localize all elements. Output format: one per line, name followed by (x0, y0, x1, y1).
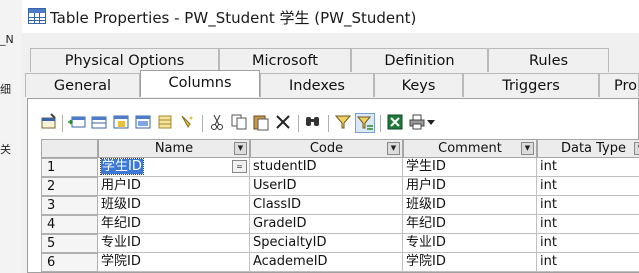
cell-comment[interactable]: 专业ID (403, 234, 537, 253)
wizard-icon[interactable] (177, 113, 197, 133)
grid-corner-header (41, 139, 98, 158)
print-icon[interactable] (407, 113, 427, 133)
dropdown-arrow-icon[interactable] (425, 113, 437, 133)
tab-indexes[interactable]: Indexes (260, 73, 374, 97)
column-header-label: Name (154, 141, 194, 156)
column-header-data-type[interactable]: Data Type ▼ (537, 139, 639, 158)
row-number[interactable]: 4 (41, 215, 98, 234)
cell-code[interactable]: ClassID (250, 196, 403, 215)
cell-name[interactable]: 班级ID (98, 196, 250, 215)
columns-toolbar (39, 113, 629, 135)
row-number[interactable]: 2 (41, 177, 98, 196)
cell-data-type[interactable]: int (537, 234, 639, 253)
chevron-down-icon[interactable]: ▼ (387, 142, 400, 155)
cell-code[interactable]: GradeID (250, 215, 403, 234)
ellipsis-button[interactable]: = (232, 160, 247, 173)
cell-name[interactable]: 用户ID (98, 177, 250, 196)
cut-icon[interactable] (207, 113, 227, 133)
cell-code[interactable]: UserID (250, 177, 403, 196)
add-rows-icon[interactable] (111, 113, 131, 133)
reuse-columns-icon[interactable] (133, 113, 153, 133)
filter-icon[interactable] (333, 113, 353, 133)
tab-columns[interactable]: Columns (140, 70, 260, 97)
tab-procedures[interactable]: Pro (599, 73, 639, 97)
copy-icon[interactable] (229, 113, 249, 133)
cell-comment[interactable]: 学院ID (403, 253, 537, 272)
column-header-comment[interactable]: Comment ▼ (403, 139, 537, 158)
cell-data-type[interactable]: int (537, 177, 639, 196)
row-number[interactable]: 5 (41, 234, 98, 253)
cell-data-type[interactable]: int (537, 196, 639, 215)
chevron-down-icon[interactable]: ▼ (234, 142, 247, 155)
cell-data-type[interactable]: int (537, 253, 639, 272)
cell-comment[interactable]: 用户ID (403, 177, 537, 196)
column-header-name[interactable]: Name ▼ (98, 139, 250, 158)
tab-rules[interactable]: Rules (488, 48, 609, 72)
column-filter-icon[interactable] (355, 113, 375, 133)
cell-name-value[interactable]: 学生ID (100, 158, 144, 175)
cell-comment[interactable]: 学生ID (403, 158, 537, 177)
row-number[interactable]: 1 (41, 158, 98, 177)
cell-code[interactable]: studentID (250, 158, 403, 177)
tab-keys[interactable]: Keys (374, 73, 463, 97)
cell-data-type[interactable]: int (537, 158, 639, 177)
find-icon[interactable] (303, 113, 323, 133)
tab-definition[interactable]: Definition (351, 48, 488, 72)
cell-code[interactable]: AcademeID (250, 253, 403, 272)
new-column-icon[interactable] (155, 113, 175, 133)
cell-comment[interactable]: 班级ID (403, 196, 537, 215)
cell-data-type[interactable]: int (537, 215, 639, 234)
tab-general[interactable]: General (25, 73, 140, 97)
properties-icon[interactable] (39, 113, 59, 133)
window-title: Table Properties - PW_Student 学生 (PW_Stu… (50, 9, 417, 27)
column-header-label: Comment (438, 141, 502, 156)
cell-code[interactable]: SpecialtyID (250, 234, 403, 253)
insert-row-icon[interactable] (67, 113, 87, 133)
chevron-down-icon[interactable]: ▼ (634, 142, 639, 155)
delete-icon[interactable] (273, 113, 293, 133)
columns-grid: Name ▼ Code ▼ Comment ▼ Data Type ▼ 1 学生… (41, 139, 639, 273)
cell-name[interactable]: 年纪ID (98, 215, 250, 234)
row-number[interactable]: 3 (41, 196, 98, 215)
background-text: 关 (0, 143, 11, 156)
background-text: _N (0, 33, 14, 46)
column-header-label: Code (309, 141, 344, 156)
background-text: 细 (0, 83, 11, 96)
tab-microsoft[interactable]: Microsoft (219, 48, 351, 72)
cell-name[interactable]: 学院ID (98, 253, 250, 272)
background-window: _N 细 关 (0, 0, 23, 273)
table-properties-dialog: Table Properties - PW_Student 学生 (PW_Stu… (22, 0, 639, 273)
cell-comment[interactable]: 年纪ID (403, 215, 537, 234)
table-icon (28, 8, 46, 24)
cell-name[interactable]: 学生ID = (98, 158, 250, 177)
chevron-down-icon[interactable]: ▼ (521, 142, 534, 155)
paste-icon[interactable] (251, 113, 271, 133)
tab-triggers[interactable]: Triggers (463, 73, 599, 97)
tab-physical-options[interactable]: Physical Options (30, 48, 219, 72)
column-header-code[interactable]: Code ▼ (250, 139, 403, 158)
excel-export-icon[interactable] (385, 113, 405, 133)
cell-name[interactable]: 专业ID (98, 234, 250, 253)
column-header-label: Data Type (560, 141, 627, 156)
title-bar[interactable]: Table Properties - PW_Student 学生 (PW_Stu… (22, 0, 639, 33)
add-row-icon[interactable] (89, 113, 109, 133)
row-number[interactable]: 6 (41, 253, 98, 272)
